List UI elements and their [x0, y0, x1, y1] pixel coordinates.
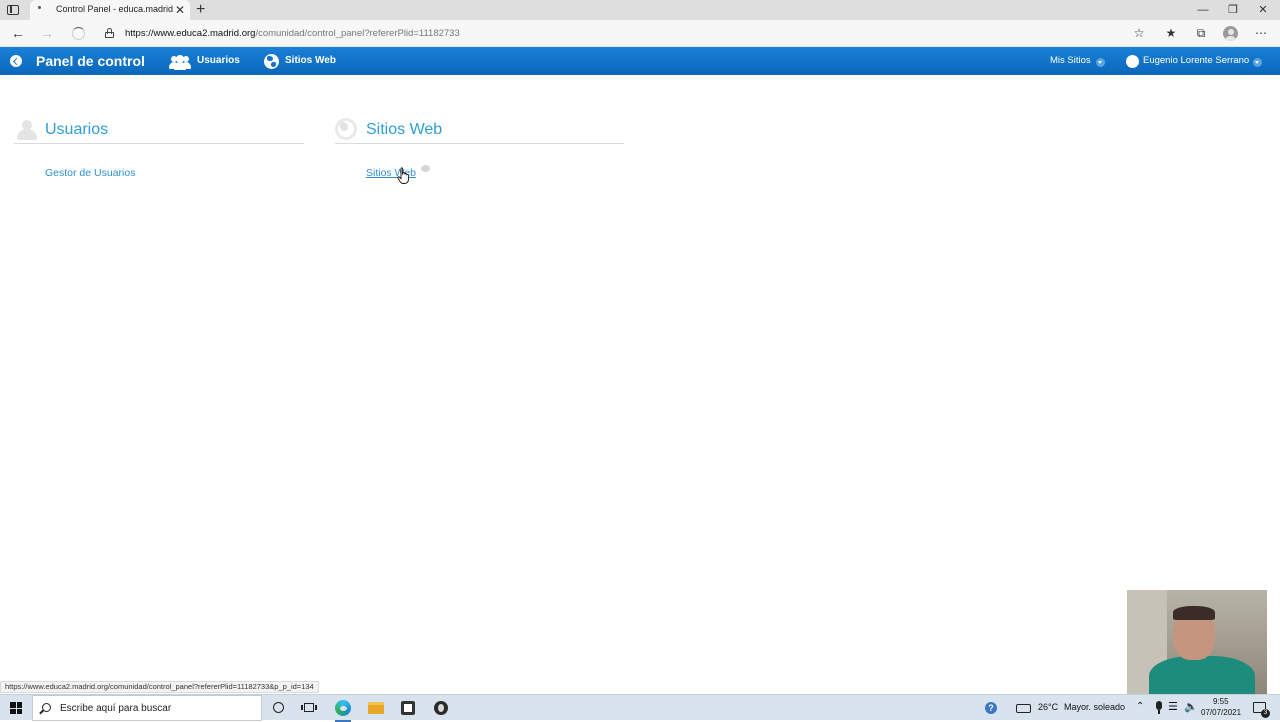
sitios-web-section-title: Sitios Web	[366, 121, 443, 138]
gestor-de-usuarios-link[interactable]: Gestor de Usuarios	[45, 167, 135, 179]
user-menu[interactable]: Eugenio Lorente Serrano	[1143, 55, 1249, 66]
clock-time[interactable]: 9:55	[1213, 697, 1229, 706]
help-icon[interactable]	[421, 165, 430, 172]
profile-icon[interactable]	[1223, 26, 1238, 41]
help-icon[interactable]: ?	[982, 699, 1000, 717]
control-panel-title[interactable]: Panel de control	[36, 53, 145, 69]
mis-sitios-menu[interactable]: Mis Sitios	[1050, 55, 1091, 66]
volume-icon[interactable]: 🔈	[1184, 700, 1198, 713]
notification-count-badge: 3	[1261, 709, 1270, 718]
url-path: /comunidad/control_panel?refererPlid=111…	[255, 28, 460, 39]
app-icon[interactable]	[399, 699, 417, 717]
loading-spinner-icon[interactable]	[72, 27, 85, 40]
microphone-icon[interactable]	[1150, 699, 1168, 717]
chevron-down-icon[interactable]	[1096, 58, 1105, 67]
notifications-icon[interactable]: 3	[1251, 699, 1270, 718]
section-divider	[335, 143, 624, 144]
avatar[interactable]	[1126, 55, 1139, 68]
more-icon[interactable]: ⋯	[1252, 25, 1270, 41]
browser-toolbar: ← → https://www.educa2.madrid.org/comuni…	[0, 20, 1280, 47]
favorite-add-icon[interactable]: ☆	[1130, 25, 1148, 41]
address-bar[interactable]: https://www.educa2.madrid.org/comunidad/…	[125, 28, 460, 39]
usuarios-section-title: Usuarios	[45, 121, 109, 138]
cortana-icon[interactable]	[270, 699, 288, 717]
dockbar-usuarios[interactable]: Usuarios	[197, 55, 240, 66]
forward-icon[interactable]: →	[37, 24, 57, 42]
taskbar-search[interactable]: Escribe aquí para buscar	[32, 695, 262, 721]
user-icon	[16, 118, 38, 140]
url-host: https://www.educa2.madrid.org	[125, 28, 256, 39]
lock-icon[interactable]	[105, 28, 114, 38]
weather-icon[interactable]	[1015, 699, 1033, 717]
browser-tab[interactable]: Control Panel - educa.madrid.org ✕	[30, 0, 190, 20]
tab-close-icon[interactable]: ✕	[175, 2, 185, 18]
status-bar-url: https://www.educa2.madrid.org/comunidad/…	[0, 681, 319, 693]
hand-cursor-icon	[397, 167, 410, 184]
usuarios-section: Usuarios Gestor de Usuarios	[14, 118, 304, 179]
taskbar: Escribe aquí para buscar ? 26°C Mayor. s…	[0, 694, 1280, 722]
globe-icon[interactable]	[264, 54, 279, 69]
task-view-icon[interactable]	[300, 699, 318, 717]
globe-icon	[335, 118, 357, 140]
search-icon	[42, 703, 51, 712]
section-divider	[14, 143, 304, 144]
windows-start-icon[interactable]	[10, 702, 22, 714]
restore-icon[interactable]: ❐	[1218, 0, 1248, 20]
sitios-web-section: Sitios Web Sitios Web	[335, 118, 624, 179]
taskbar-search-placeholder: Escribe aquí para buscar	[60, 703, 172, 714]
tab-favicon-icon	[38, 6, 41, 9]
users-icon[interactable]	[169, 55, 191, 70]
obs-studio-icon[interactable]	[432, 699, 450, 717]
clock-date[interactable]: 07/07/2021	[1201, 708, 1241, 717]
collections-icon[interactable]: ⧉	[1192, 25, 1210, 41]
dockbar-sitios-web[interactable]: Sitios Web	[285, 55, 336, 66]
browser-tab-strip: Control Panel - educa.madrid.org ✕ + — ❐…	[0, 0, 1280, 20]
chevron-down-icon[interactable]	[1253, 58, 1262, 67]
file-explorer-icon[interactable]	[367, 699, 385, 717]
edge-browser-icon[interactable]	[334, 699, 352, 722]
dockbar: Panel de control Usuarios Sitios Web Mis…	[0, 47, 1280, 75]
new-tab-icon[interactable]: +	[196, 0, 205, 20]
window-close-icon[interactable]: ✕	[1248, 0, 1278, 20]
chevron-up-icon[interactable]: ⌃	[1136, 701, 1144, 712]
minimize-icon[interactable]: —	[1188, 0, 1218, 20]
wifi-icon[interactable]: ☰	[1168, 700, 1178, 713]
webcam-overlay	[1127, 590, 1267, 695]
favorites-icon[interactable]: ★	[1162, 25, 1180, 41]
back-icon[interactable]: ←	[8, 24, 28, 42]
weather-description: Mayor. soleado	[1064, 702, 1126, 712]
tab-actions-icon[interactable]	[6, 3, 22, 17]
weather-temperature: 26°C	[1038, 702, 1059, 712]
back-to-site-icon[interactable]	[10, 55, 22, 67]
tab-title: Control Panel - educa.madrid.org	[56, 4, 174, 14]
